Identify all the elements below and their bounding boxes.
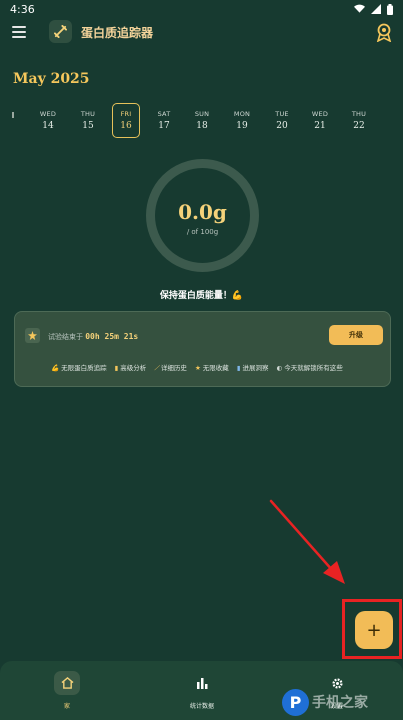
protein-progress-ring: 0.0g / of 100g: [144, 157, 261, 274]
day-name: SUN: [194, 110, 210, 118]
nav-label-statistics: 统计数据: [189, 703, 214, 710]
status-time: 4:36: [10, 2, 35, 16]
watermark-text: 手机之家: [312, 695, 368, 711]
day-name: FRI: [120, 110, 132, 118]
insight-icon: ▮: [236, 364, 241, 372]
unlock-icon: ◐: [276, 364, 283, 372]
day-cell[interactable]: SAT 17: [150, 104, 178, 136]
day-name: MON: [233, 110, 251, 118]
day-cell[interactable]: WED 21: [306, 104, 334, 136]
day-number: 17: [158, 121, 170, 131]
day-number: 19: [236, 121, 248, 131]
battery-icon: [387, 3, 393, 15]
status-icons: [354, 3, 393, 15]
day-cell-selected[interactable]: FRI 16: [112, 103, 140, 138]
motivation-text: 保持蛋白质能量！💪: [159, 291, 244, 301]
protein-goal: / of 100g: [186, 228, 219, 236]
trend-icon: ⟋: [154, 364, 159, 372]
day-name: WED: [311, 110, 329, 118]
star-icon: ★: [194, 364, 201, 372]
day-cell[interactable]: SUN 18: [188, 104, 216, 136]
day-number: 21: [314, 121, 326, 131]
flexed-arm-icon: 💪: [51, 364, 60, 372]
app-title: 蛋白质追踪器: [81, 26, 154, 40]
day-number: 20: [276, 121, 288, 131]
feature-item: 💪 无限蛋白质追踪: [51, 364, 107, 372]
day-cell[interactable]: WED 14: [34, 104, 62, 136]
day-name: WED: [39, 110, 57, 118]
day-cell[interactable]: THU 15: [74, 104, 102, 136]
trial-countdown: 试验结束于 00h 25m 21s: [48, 332, 138, 342]
feature-list: 💪 无限蛋白质追踪 ▮ 高级分析 ⟋ 详细历史 ★ 无限收藏 ▮ 进展洞察 ◐ 今天就解锁所…: [51, 362, 389, 373]
scroll-edge-indicator: [12, 112, 14, 118]
day-cell[interactable]: TUE 20: [268, 104, 296, 136]
add-entry-button[interactable]: +: [355, 611, 393, 649]
signal-icon: [371, 4, 381, 14]
menu-icon[interactable]: [12, 26, 26, 38]
feature-item: ⟋ 详细历史: [154, 364, 187, 372]
trial-prefix: 试验结束于: [48, 333, 83, 341]
day-name: THU: [351, 110, 367, 118]
watermark: P 手机之家: [282, 686, 402, 718]
day-cell[interactable]: THU 22: [345, 104, 373, 136]
trial-card: 试验结束于 00h 25m 21s 升级 💪 无限蛋白质追踪 ▮ 高级分析 ⟋ 详细历…: [14, 311, 391, 387]
day-name: THU: [80, 110, 96, 118]
day-name: TUE: [275, 110, 289, 118]
feature-item: ▮ 进展洞察: [236, 364, 269, 372]
star-icon: [25, 328, 40, 343]
feature-item: ★ 无限收藏: [194, 364, 229, 372]
watermark-logo: P: [282, 688, 309, 716]
wifi-icon: [354, 4, 365, 13]
dumbbell-logo-icon: [49, 20, 72, 43]
nav-item-home[interactable]: 家: [32, 671, 102, 710]
annotation-arrow: [269, 499, 345, 584]
month-title: May 2025: [13, 71, 90, 87]
feature-item: ◐ 今天就解锁所有这些: [276, 364, 343, 372]
week-strip: WED 14 THU 15 FRI 16 SAT 17 SUN 18 MON 1…: [0, 103, 403, 138]
bar-chart-icon: [189, 671, 215, 695]
protein-value: 0.0g: [178, 200, 227, 224]
day-number: 14: [42, 121, 54, 131]
day-cell[interactable]: MON 19: [228, 104, 256, 136]
nav-item-statistics[interactable]: 统计数据: [167, 671, 237, 710]
home-icon: [54, 671, 80, 695]
day-number: 15: [82, 121, 94, 131]
bar-chart-icon: ▮: [114, 364, 119, 372]
day-name: SAT: [157, 110, 171, 118]
status-bar: 4:36: [0, 0, 403, 18]
day-number: 16: [120, 121, 132, 131]
award-badge-icon[interactable]: [375, 22, 393, 43]
nav-label-home: 家: [63, 703, 70, 710]
day-number: 18: [196, 121, 208, 131]
upgrade-button[interactable]: 升级: [329, 325, 383, 345]
feature-item: ▮ 高级分析: [114, 364, 147, 372]
app-bar: 蛋白质追踪器: [0, 18, 403, 48]
trial-time-left: 00h 25m 21s: [85, 332, 139, 341]
day-number: 22: [353, 121, 365, 131]
